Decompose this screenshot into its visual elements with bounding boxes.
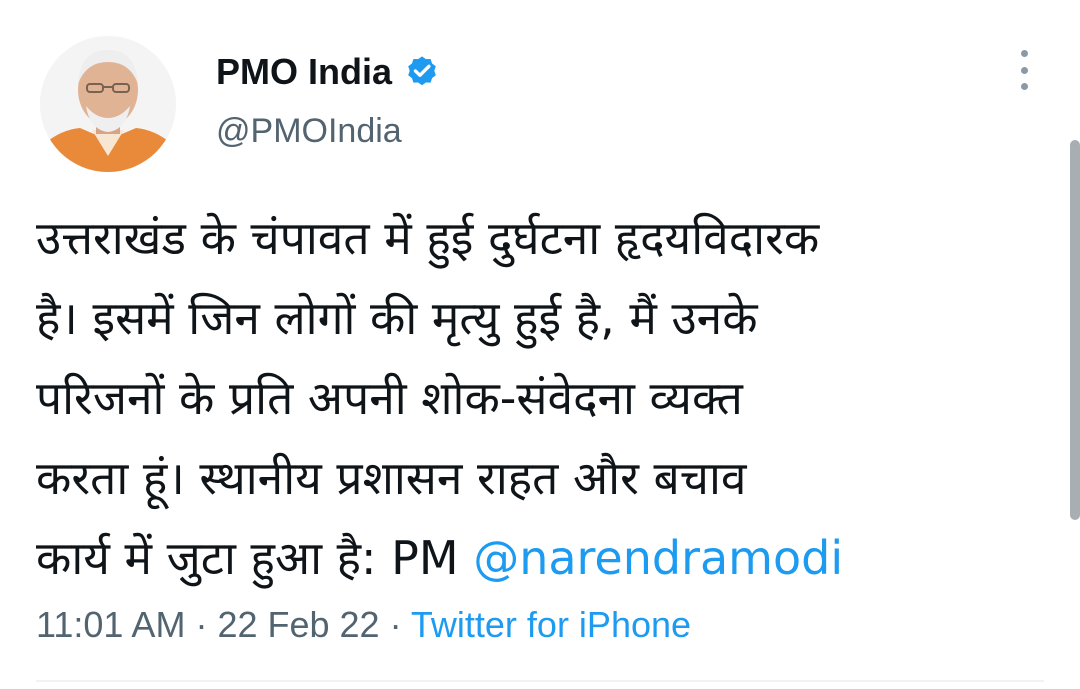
- scrollbar[interactable]: [1070, 140, 1080, 520]
- tweet-card: PMO India @PMOIndia उत्तराखंड के चंपावत …: [0, 0, 1080, 689]
- verified-badge-icon: [404, 54, 440, 90]
- tweet-text-last-line: कार्य में जुटा हुआ है: PM @narendramodi: [36, 518, 1046, 598]
- tweet-meta: 11:01 AM · 22 Feb 22 · Twitter for iPhon…: [36, 600, 691, 650]
- tweet-text-line: है। इसमें जिन लोगों की मृत्यु हुई है, मै…: [36, 291, 758, 345]
- meta-separator: ·: [185, 604, 218, 645]
- author-name-row: PMO India: [216, 50, 440, 94]
- avatar[interactable]: [40, 36, 176, 172]
- mention-link[interactable]: @narendramodi: [473, 531, 843, 585]
- tweet-source-link[interactable]: Twitter for iPhone: [411, 604, 691, 645]
- meta-separator: ·: [379, 604, 411, 645]
- author-handle[interactable]: @PMOIndia: [216, 110, 402, 152]
- avatar-image: [40, 36, 176, 172]
- tweet-text: उत्तराखंड के चंपावत में हुई दुर्घटना हृद…: [36, 198, 1046, 598]
- tweet-text-line: परिजनों के प्रति अपनी शोक-संवेदना व्यक्त: [36, 371, 743, 425]
- tweet-date[interactable]: 22 Feb 22: [217, 604, 379, 645]
- more-options-icon[interactable]: [1012, 50, 1036, 90]
- tweet-text-line: करता हूं। स्थानीय प्रशासन राहत और बचाव: [36, 451, 747, 505]
- divider: [36, 680, 1044, 682]
- author-display-name[interactable]: PMO India: [216, 50, 392, 94]
- tweet-text-segment: कार्य में जुटा हुआ है: PM: [36, 531, 474, 585]
- tweet-time[interactable]: 11:01 AM: [36, 604, 185, 645]
- tweet-text-line: उत्तराखंड के चंपावत में हुई दुर्घटना हृद…: [36, 211, 820, 265]
